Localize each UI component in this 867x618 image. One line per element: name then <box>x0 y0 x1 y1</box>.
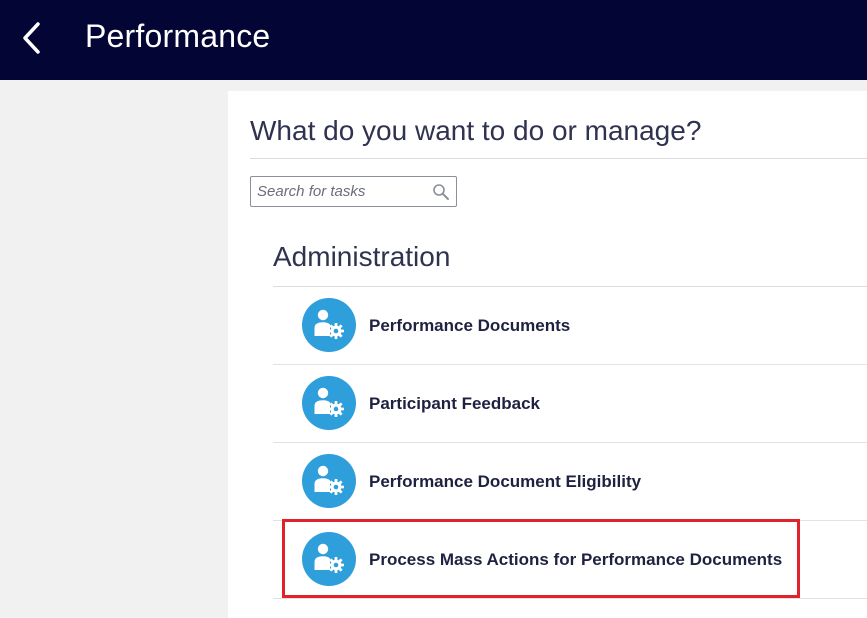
page-title: Performance <box>85 18 271 54</box>
tasks-question-heading: What do you want to do or manage? <box>250 115 702 146</box>
task-item-participant-feedback[interactable]: Participant Feedback <box>273 365 867 443</box>
person-gear-icon <box>302 532 356 586</box>
task-list: Performance Documents Participant Feedba… <box>273 287 867 599</box>
person-gear-icon <box>302 376 356 430</box>
person-gear-icon <box>302 454 356 508</box>
search-box <box>250 176 457 207</box>
section-title: Administration <box>273 241 451 272</box>
search-input[interactable] <box>251 177 427 206</box>
divider <box>250 158 867 159</box>
task-item-process-mass-actions[interactable]: Process Mass Actions for Performance Doc… <box>273 521 867 599</box>
tasks-panel: What do you want to do or manage? Admini… <box>228 91 867 618</box>
chevron-left-icon <box>23 22 40 54</box>
task-label: Performance Documents <box>369 316 571 335</box>
task-label: Participant Feedback <box>369 394 541 413</box>
task-label: Process Mass Actions for Performance Doc… <box>369 550 783 569</box>
task-item-performance-documents[interactable]: Performance Documents <box>273 287 867 365</box>
search-icon[interactable] <box>432 183 450 201</box>
top-bar: Performance <box>0 0 867 80</box>
task-label: Performance Document Eligibility <box>369 472 642 491</box>
task-item-performance-document-eligibility[interactable]: Performance Document Eligibility <box>273 443 867 521</box>
person-gear-icon <box>302 298 356 352</box>
back-button[interactable] <box>14 18 50 58</box>
